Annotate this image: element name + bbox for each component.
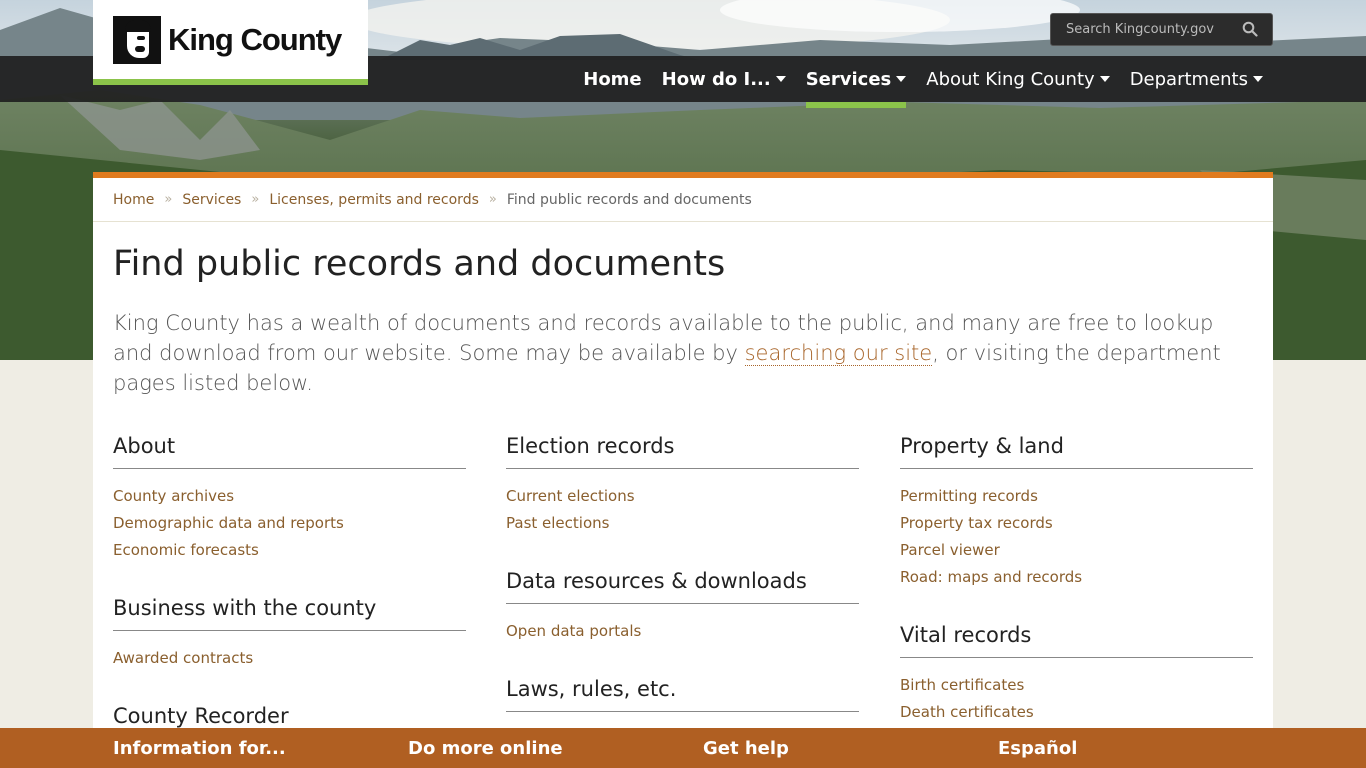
intro-paragraph: King County has a wealth of documents an… xyxy=(93,308,1273,398)
column-3: Property & land Permitting records Prope… xyxy=(900,434,1253,758)
footer-espanol[interactable]: Español xyxy=(998,728,1077,768)
section-heading: Vital records xyxy=(900,623,1253,658)
section-heading: Laws, rules, etc. xyxy=(506,677,859,712)
section-property-land: Property & land Permitting records Prope… xyxy=(900,434,1253,591)
breadcrumb-licenses[interactable]: Licenses, permits and records xyxy=(269,192,479,208)
nav-how-do-i[interactable]: How do I... xyxy=(652,56,796,102)
chevron-right-icon: » xyxy=(251,192,260,207)
link-economic-forecasts[interactable]: Economic forecasts xyxy=(113,541,259,559)
nav-services-label: Services xyxy=(805,68,892,90)
footer-get-help[interactable]: Get help xyxy=(703,728,789,768)
link-parcel-viewer[interactable]: Parcel viewer xyxy=(900,541,1000,559)
footer-information-for[interactable]: Information for... xyxy=(113,728,286,768)
column-2: Election records Current elections Past … xyxy=(506,434,859,744)
logo-text: King County xyxy=(168,21,342,57)
breadcrumb: Home » Services » Licenses, permits and … xyxy=(93,178,1273,222)
link-demographic-data[interactable]: Demographic data and reports xyxy=(113,514,344,532)
caret-down-icon xyxy=(896,76,907,82)
section-vital-records: Vital records Birth certificates Death c… xyxy=(900,623,1253,726)
caret-down-icon xyxy=(1099,76,1110,82)
link-awarded-contracts[interactable]: Awarded contracts xyxy=(113,649,253,667)
link-permitting-records[interactable]: Permitting records xyxy=(900,487,1038,505)
main-nav: Home How do I... Services About King Cou… xyxy=(573,56,1273,108)
footer-do-more-online[interactable]: Do more online xyxy=(408,728,563,768)
link-open-data-portals[interactable]: Open data portals xyxy=(506,622,641,640)
link-property-tax-records[interactable]: Property tax records xyxy=(900,514,1053,532)
column-1: About County archives Demographic data a… xyxy=(113,434,466,768)
section-business: Business with the county Awarded contrac… xyxy=(113,596,466,672)
link-birth-certificates[interactable]: Birth certificates xyxy=(900,676,1024,694)
nav-home[interactable]: Home xyxy=(573,56,651,102)
page-title: Find public records and documents xyxy=(113,244,726,284)
breadcrumb-current: Find public records and documents xyxy=(506,191,752,208)
nav-home-label: Home xyxy=(583,68,642,90)
nav-about[interactable]: About King County xyxy=(916,56,1119,102)
section-heading: Business with the county xyxy=(113,596,466,631)
search-icon[interactable] xyxy=(1242,21,1258,37)
caret-down-icon xyxy=(775,76,786,82)
section-heading: About xyxy=(113,434,466,469)
caret-down-icon xyxy=(1253,76,1263,82)
link-road-maps-records[interactable]: Road: maps and records xyxy=(900,568,1082,586)
footer-bar: Information for... Do more online Get he… xyxy=(0,728,1366,768)
nav-services[interactable]: Services xyxy=(796,56,917,108)
nav-departments-label: Departments xyxy=(1129,68,1248,90)
link-current-elections[interactable]: Current elections xyxy=(506,487,635,505)
link-county-archives[interactable]: County archives xyxy=(113,487,234,505)
section-about: About County archives Demographic data a… xyxy=(113,434,466,564)
content-card: Home » Services » Licenses, permits and … xyxy=(93,172,1273,768)
nav-departments[interactable]: Departments xyxy=(1120,56,1273,102)
section-election-records: Election records Current elections Past … xyxy=(506,434,859,537)
search-input[interactable] xyxy=(1051,14,1231,45)
section-heading: Data resources & downloads xyxy=(506,569,859,604)
mlk-logo-icon xyxy=(113,15,161,64)
link-death-certificates[interactable]: Death certificates xyxy=(900,703,1034,721)
breadcrumb-services[interactable]: Services xyxy=(182,192,241,208)
section-heading: Property & land xyxy=(900,434,1253,469)
section-data-resources: Data resources & downloads Open data por… xyxy=(506,569,859,645)
nav-about-label: About King County xyxy=(926,68,1095,90)
search-site-link[interactable]: searching our site xyxy=(744,341,933,366)
nav-how-do-i-label: How do I... xyxy=(661,68,771,90)
breadcrumb-home[interactable]: Home xyxy=(113,192,154,208)
section-laws-rules: Laws, rules, etc. xyxy=(506,677,859,712)
king-county-logo[interactable]: King County xyxy=(93,0,368,85)
site-search xyxy=(1050,13,1273,46)
section-heading: Election records xyxy=(506,434,859,469)
chevron-right-icon: » xyxy=(488,192,497,207)
chevron-right-icon: » xyxy=(164,192,173,207)
link-past-elections[interactable]: Past elections xyxy=(506,514,609,532)
